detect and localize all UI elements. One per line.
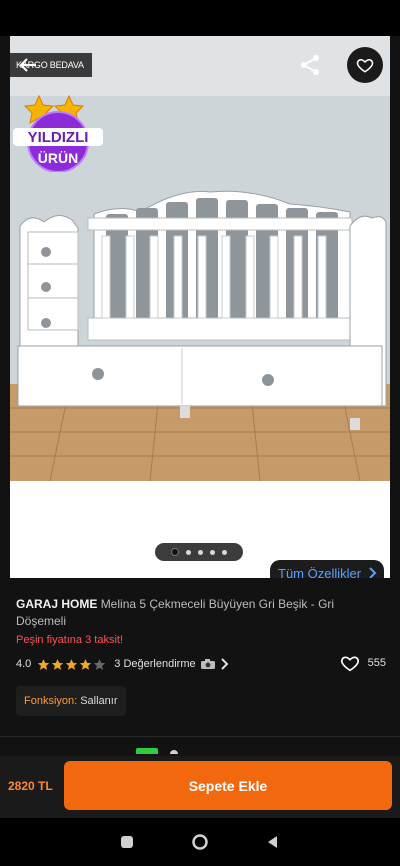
home-icon[interactable] (191, 833, 209, 851)
star-empty-icon (94, 658, 106, 670)
favorite-button[interactable] (347, 47, 383, 83)
star-filled-icon (52, 658, 64, 670)
chevron-right-icon (220, 658, 229, 670)
star-filled-icon (80, 658, 92, 670)
product-image-gallery[interactable]: KARGO BEDAVA YILDIZLI ÜRÜN Tüm Özellikle… (10, 36, 390, 578)
reviews-count: 3 Değerlendirme (114, 658, 196, 670)
system-nav-bar (0, 818, 400, 866)
rating-stars (37, 658, 106, 671)
installment-text: Peşin fiyatına 3 taksit! (16, 634, 123, 646)
grey-dot-peek (170, 750, 178, 754)
carousel-dot[interactable] (186, 549, 191, 555)
chevron-right-icon (369, 567, 377, 578)
star-filled-icon (66, 658, 78, 670)
carousel-indicator[interactable] (155, 543, 243, 561)
add-to-cart-button[interactable]: Sepete Ekle (64, 761, 392, 810)
reviews-link[interactable]: 3 Değerlendirme (114, 658, 229, 670)
all-features-button[interactable]: Tüm Özellikler (270, 560, 384, 578)
function-label: Fonksiyon: (24, 695, 78, 707)
function-value: Sallanır (80, 695, 118, 707)
divider (0, 736, 400, 737)
status-bar (0, 0, 400, 36)
carousel-dot[interactable] (210, 549, 215, 555)
share-icon[interactable] (298, 53, 322, 77)
green-tag-peek (136, 748, 158, 754)
carousel-dot[interactable] (171, 548, 179, 556)
back-arrow-icon[interactable] (16, 53, 40, 77)
camera-icon (200, 659, 215, 669)
all-features-label: Tüm Özellikler (278, 565, 362, 579)
carousel-dot[interactable] (198, 549, 203, 555)
recent-apps-icon[interactable] (118, 833, 136, 851)
heart-icon (356, 58, 374, 73)
back-icon[interactable] (264, 833, 282, 851)
rating-row: 4.0 3 Değerlendirme 555 (16, 656, 386, 672)
function-chip: Fonksiyon: Sallanır (16, 686, 126, 716)
brand-name[interactable]: GARAJ HOME (16, 597, 97, 611)
heart-icon (340, 656, 359, 672)
favorite-count-value: 555 (367, 657, 386, 669)
star-badge-line1: YILDIZLI (28, 129, 89, 146)
product-title: GARAJ HOME Melina 5 Çekmeceli Büyüyen Gr… (16, 596, 386, 630)
star-filled-icon (38, 658, 50, 670)
price: 2820 TL (8, 779, 53, 793)
carousel-dot[interactable] (222, 549, 227, 555)
star-badge-line2: ÜRÜN (38, 150, 78, 166)
favorite-count[interactable]: 555 (340, 654, 386, 672)
rating-value: 4.0 (16, 658, 32, 670)
star-product-badge: YILDIZLI ÜRÜN (13, 94, 103, 172)
bottom-purchase-bar: 2820 TL Sepete Ekle (0, 756, 400, 818)
